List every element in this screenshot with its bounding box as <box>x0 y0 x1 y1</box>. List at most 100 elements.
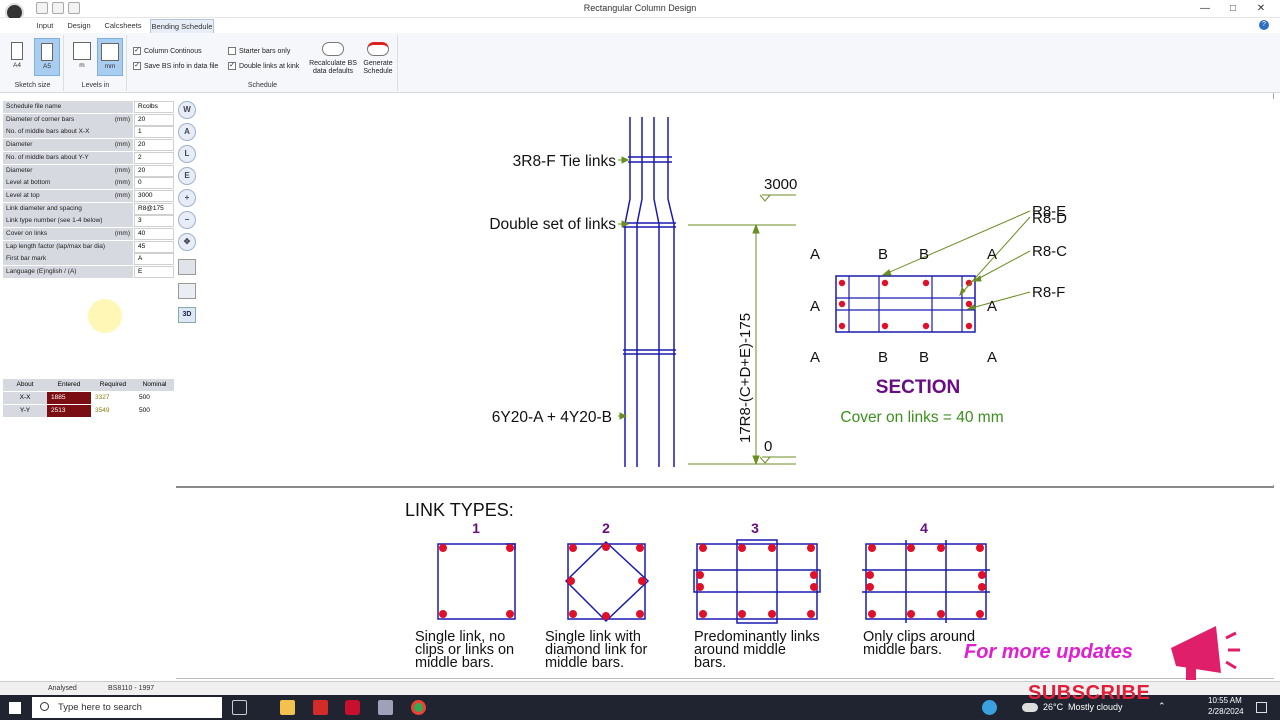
bar-dot <box>439 610 447 618</box>
bar-mark-b: B <box>878 349 888 366</box>
bar-mark-b: B <box>878 246 888 263</box>
levels-mm-button[interactable]: mm <box>97 38 123 76</box>
parameter-value-input[interactable]: 0 <box>134 177 174 190</box>
parameter-value-input[interactable]: 40 <box>134 228 174 240</box>
cloud-plus-icon <box>322 42 344 56</box>
bar-dot <box>569 544 577 552</box>
parameter-label: First bar mark <box>3 253 133 266</box>
sketch-a4-button[interactable]: A4 <box>4 38 30 76</box>
bar-dot <box>738 544 746 552</box>
parameter-row: No. of middle bars about X-X 1 <box>3 126 174 140</box>
parameter-unit: (mm) <box>114 115 130 123</box>
checkbox-icon: ✓ <box>228 62 236 71</box>
parameter-label: No. of middle bars about X-X <box>3 126 133 139</box>
acrobat-icon[interactable] <box>313 700 328 715</box>
parameter-value-input[interactable]: 20 <box>134 139 174 152</box>
column-design-app-icon[interactable] <box>378 700 393 715</box>
link-c-label: R8-C <box>1032 243 1067 260</box>
bar-mark-a: A <box>987 349 997 366</box>
link-type-4-sketch <box>862 540 990 623</box>
section-bars <box>838 279 973 330</box>
bar-dot <box>699 544 707 552</box>
tab-design[interactable]: Design <box>64 19 94 33</box>
double-links-at-kink-checkbox[interactable]: ✓ Double links at kink <box>228 62 299 71</box>
parameter-value-input[interactable]: 2 <box>134 151 174 164</box>
sketch-a5-button[interactable]: A5 <box>34 38 60 76</box>
parameter-value-input[interactable]: 1 <box>134 126 174 139</box>
column-continous-checkbox[interactable]: ✓ Column Continous <box>133 47 202 56</box>
leader-arrows <box>618 156 630 420</box>
weather-app-icon[interactable] <box>982 700 997 715</box>
page-icon <box>101 43 119 61</box>
parameter-value-input[interactable]: E <box>134 266 174 279</box>
tray-chevron-icon[interactable]: ⌃ <box>1158 701 1166 712</box>
section-title: SECTION <box>876 377 960 398</box>
ribbon-tabs: Input Design Calcsheets Bending Schedule… <box>0 18 1280 33</box>
link-type-number: 3 <box>751 520 759 536</box>
megaphone-body <box>1171 626 1221 673</box>
close-button[interactable]: ✕ <box>1248 1 1274 17</box>
bar-dot <box>868 610 876 618</box>
bar-dot <box>922 322 930 330</box>
bar-mark-b: B <box>919 246 929 263</box>
parameter-value-input[interactable]: 20 <box>134 113 174 126</box>
clock-time[interactable]: 10:55 AM <box>1208 696 1242 705</box>
link-inner <box>693 569 821 593</box>
save-bs-info-checkbox[interactable]: ✓ Save BS info in data file <box>133 62 218 71</box>
page-icon <box>11 42 23 60</box>
checkbox-icon <box>228 47 236 56</box>
task-view-icon[interactable] <box>232 700 247 715</box>
parameter-value-input[interactable]: Rcolbs <box>134 101 174 113</box>
parameter-row: Level at top (mm) 3000 <box>3 189 174 203</box>
bar-dot <box>866 571 874 579</box>
parameter-unit: (mm) <box>114 166 130 174</box>
bar-dot <box>807 544 815 552</box>
maximize-button[interactable]: □ <box>1220 1 1246 17</box>
parameter-unit: (mm) <box>114 230 130 237</box>
minimize-button[interactable]: — <box>1192 1 1218 17</box>
chrome-icon[interactable] <box>411 700 426 715</box>
double-links-label: Double set of links <box>489 216 616 233</box>
windows-start-icon[interactable] <box>9 702 21 714</box>
link-types-drawing: LINK TYPES: 1 Single link, no clips or l… <box>405 500 1240 680</box>
parameter-value-input[interactable]: 3 <box>134 215 174 228</box>
parameter-value-input[interactable]: 3000 <box>134 189 174 202</box>
bar-dot <box>567 577 575 585</box>
sound-wave <box>1225 631 1237 640</box>
diamond-link <box>564 540 650 623</box>
bar-dot <box>978 571 986 579</box>
file-explorer-icon[interactable] <box>280 700 295 715</box>
parameter-value-input[interactable]: 45 <box>134 240 174 253</box>
autocad-icon[interactable] <box>345 700 360 715</box>
generate-schedule-button[interactable]: Generate Schedule <box>360 38 396 76</box>
main-bars-label: 6Y20-A + 4Y20-B <box>492 409 612 426</box>
bar-mark-a: A <box>810 298 820 315</box>
bar-dot <box>907 544 915 552</box>
recalculate-bs-defaults-button[interactable]: Recalculate BS data defaults <box>308 38 358 76</box>
parameter-value-input[interactable]: A <box>134 253 174 266</box>
tab-input[interactable]: Input <box>30 19 60 33</box>
tab-bending-schedule[interactable]: Bending Schedule <box>150 19 214 33</box>
bar-mark-a: A <box>810 246 820 263</box>
link-d-label: R8-D <box>1032 210 1067 227</box>
levels-m-button[interactable]: m <box>69 38 95 76</box>
parameter-value-input[interactable]: 20 <box>134 164 174 177</box>
bar-dot <box>866 583 874 591</box>
elevation-bar <box>667 198 675 225</box>
starter-bars-only-checkbox[interactable]: Starter bars only <box>228 47 290 56</box>
parameter-value-input[interactable]: R8@175 <box>134 202 174 215</box>
column-section <box>835 275 976 333</box>
link-type-3-sketch <box>693 539 821 624</box>
bar-dot <box>636 544 644 552</box>
notification-icon[interactable] <box>1256 702 1267 713</box>
taskbar-search[interactable]: Type here to search <box>32 697 222 718</box>
bar-dot <box>838 300 846 308</box>
bar-dot <box>976 610 984 618</box>
tab-calcsheets[interactable]: Calcsheets <box>100 19 146 33</box>
parameter-label: Diameter (mm) <box>3 164 133 177</box>
parameter-row: Link diameter and spacing R8@175 <box>3 202 174 216</box>
help-icon[interactable]: ? <box>1259 20 1269 30</box>
clock-date[interactable]: 2/28/2024 <box>1208 707 1244 716</box>
bar-dot <box>881 322 889 330</box>
bar-mark-a: A <box>987 298 997 315</box>
